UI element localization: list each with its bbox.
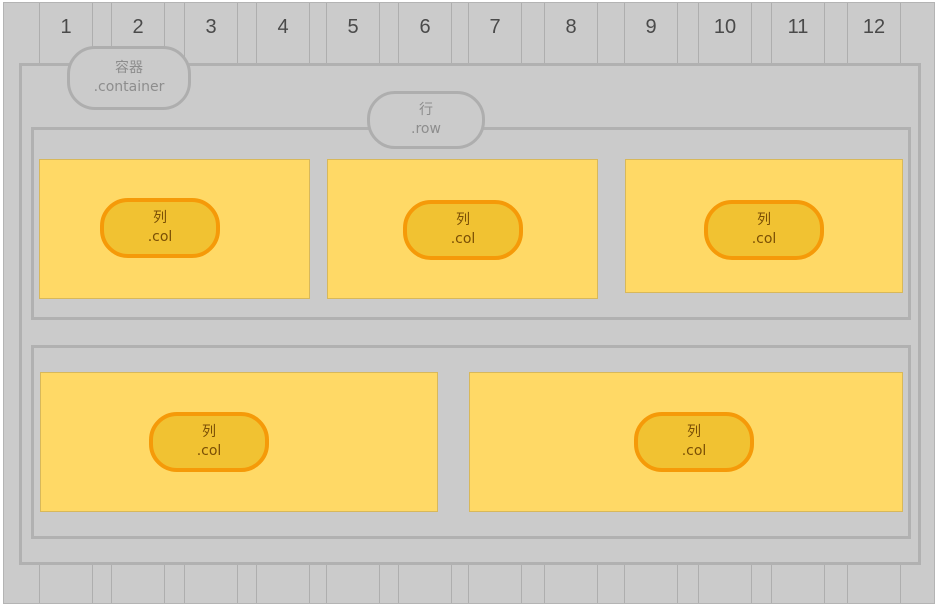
grid-diagram: 1 2 3 4 5 6 7 8 9 10 11 12 容器 .container… bbox=[3, 2, 935, 604]
col-label: 列 .col bbox=[100, 198, 220, 258]
grid-column-number: 10 bbox=[713, 16, 737, 38]
col-label-title: 列 bbox=[456, 212, 470, 228]
col-label-title: 列 bbox=[687, 424, 701, 440]
col-label: 列 .col bbox=[704, 200, 824, 260]
col-label: 列 .col bbox=[149, 412, 269, 472]
col-label: 列 .col bbox=[634, 412, 754, 472]
grid-column-number: 5 bbox=[347, 16, 359, 38]
grid-column-number: 6 bbox=[419, 16, 431, 38]
col-label-title: 列 bbox=[202, 424, 216, 440]
grid-column-number: 1 bbox=[60, 16, 72, 38]
col-label-class: .col bbox=[751, 231, 777, 247]
grid-column-number: 4 bbox=[277, 16, 289, 38]
grid-column-number: 8 bbox=[565, 16, 577, 38]
container-label-class: .container bbox=[93, 79, 165, 95]
col-label: 列 .col bbox=[403, 200, 523, 260]
col-label-class: .col bbox=[147, 229, 173, 245]
container-label-title: 容器 bbox=[115, 60, 143, 76]
grid-column-number: 3 bbox=[205, 16, 217, 38]
grid-column-number: 9 bbox=[645, 16, 657, 38]
grid-column-number: 12 bbox=[862, 16, 886, 38]
grid-column-number: 11 bbox=[787, 16, 809, 38]
col-label-title: 列 bbox=[757, 212, 771, 228]
row-label-title: 行 bbox=[419, 102, 433, 118]
container-label: 容器 .container bbox=[67, 46, 191, 110]
col-label-class: .col bbox=[681, 443, 707, 459]
grid-column-number: 7 bbox=[489, 16, 501, 38]
col-label-class: .col bbox=[196, 443, 222, 459]
col-label-title: 列 bbox=[153, 210, 167, 226]
col-label-class: .col bbox=[450, 231, 476, 247]
row-label-class: .row bbox=[411, 121, 441, 137]
grid-column-number: 2 bbox=[132, 16, 144, 38]
row-label: 行 .row bbox=[367, 91, 485, 149]
